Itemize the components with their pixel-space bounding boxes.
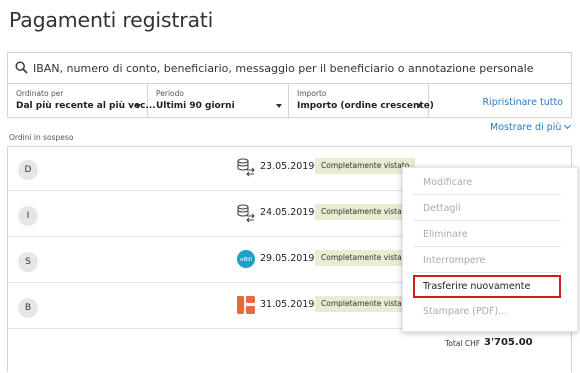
transfer-icon	[237, 158, 255, 177]
caret-down-icon	[276, 104, 282, 108]
sort-dropdown[interactable]: Ordinato per Dal più recente al più vec.…	[8, 84, 156, 118]
status-badge: Completamente vistato	[315, 204, 416, 220]
chevron-down-icon	[564, 121, 572, 130]
amount-value: Importo (ordine crescente)	[297, 101, 434, 111]
order-date: 29.05.2019	[260, 253, 315, 264]
status-badge: Completamente vistato	[315, 296, 416, 312]
sort-label: Ordinato per	[16, 89, 64, 98]
search-bar[interactable]: IBAN, numero di conto, beneficiario, mes…	[8, 53, 571, 84]
amount-label: Importo	[297, 89, 327, 98]
order-date: 24.05.2019	[260, 207, 315, 218]
ebill-icon-text: eBill	[240, 257, 252, 263]
period-label: Periodo	[156, 89, 184, 98]
search-icon	[15, 61, 28, 74]
menu-item-eliminare[interactable]: Eliminare	[413, 222, 561, 247]
filter-panel: IBAN, numero di conto, beneficiario, mes…	[7, 52, 572, 118]
period-value: Ultimi 90 giorni	[156, 101, 235, 111]
context-menu: Modificare Dettagli Eliminare Interrompe…	[402, 167, 578, 332]
section-label: Ordini in sospeso	[9, 133, 74, 142]
order-date: 23.05.2019	[260, 161, 315, 172]
caret-down-icon	[135, 104, 141, 108]
total-value: 3'705.00	[484, 337, 533, 348]
avatar: S	[18, 252, 38, 272]
caret-down-icon	[416, 104, 422, 108]
menu-item-modificare[interactable]: Modificare	[413, 170, 561, 195]
show-more-link[interactable]: Mostrare di più	[490, 121, 572, 133]
menu-item-dettagli[interactable]: Dettagli	[413, 196, 561, 221]
grid-icon	[237, 296, 255, 314]
search-input[interactable]: IBAN, numero di conto, beneficiario, mes…	[33, 62, 534, 75]
amount-dropdown[interactable]: Importo Importo (ordine crescente)	[289, 84, 434, 118]
ebill-icon: eBill	[237, 250, 255, 268]
menu-item-stampare-pdf[interactable]: Stampare (PDF)...	[413, 299, 561, 324]
menu-item-interrompere[interactable]: Interrompere	[413, 248, 561, 273]
status-badge: Completamente vistato	[315, 250, 416, 266]
transfer-icon	[237, 204, 255, 223]
show-more-label: Mostrare di più	[490, 122, 562, 133]
order-date: 31.05.2019	[260, 299, 315, 310]
menu-item-trasferire-nuovamente[interactable]: Trasferire nuovamente	[413, 275, 561, 298]
status-badge: Completamente vistato	[315, 158, 416, 174]
avatar: D	[18, 160, 38, 180]
reset-all-link[interactable]: Ripristinare tutto	[482, 97, 563, 108]
total-label: Total CHF	[445, 339, 481, 348]
period-dropdown[interactable]: Periodo Ultimi 90 giorni	[148, 84, 289, 118]
avatar: B	[18, 298, 38, 318]
avatar: I	[18, 206, 38, 226]
page-title: Pagamenti registrati	[9, 8, 214, 32]
